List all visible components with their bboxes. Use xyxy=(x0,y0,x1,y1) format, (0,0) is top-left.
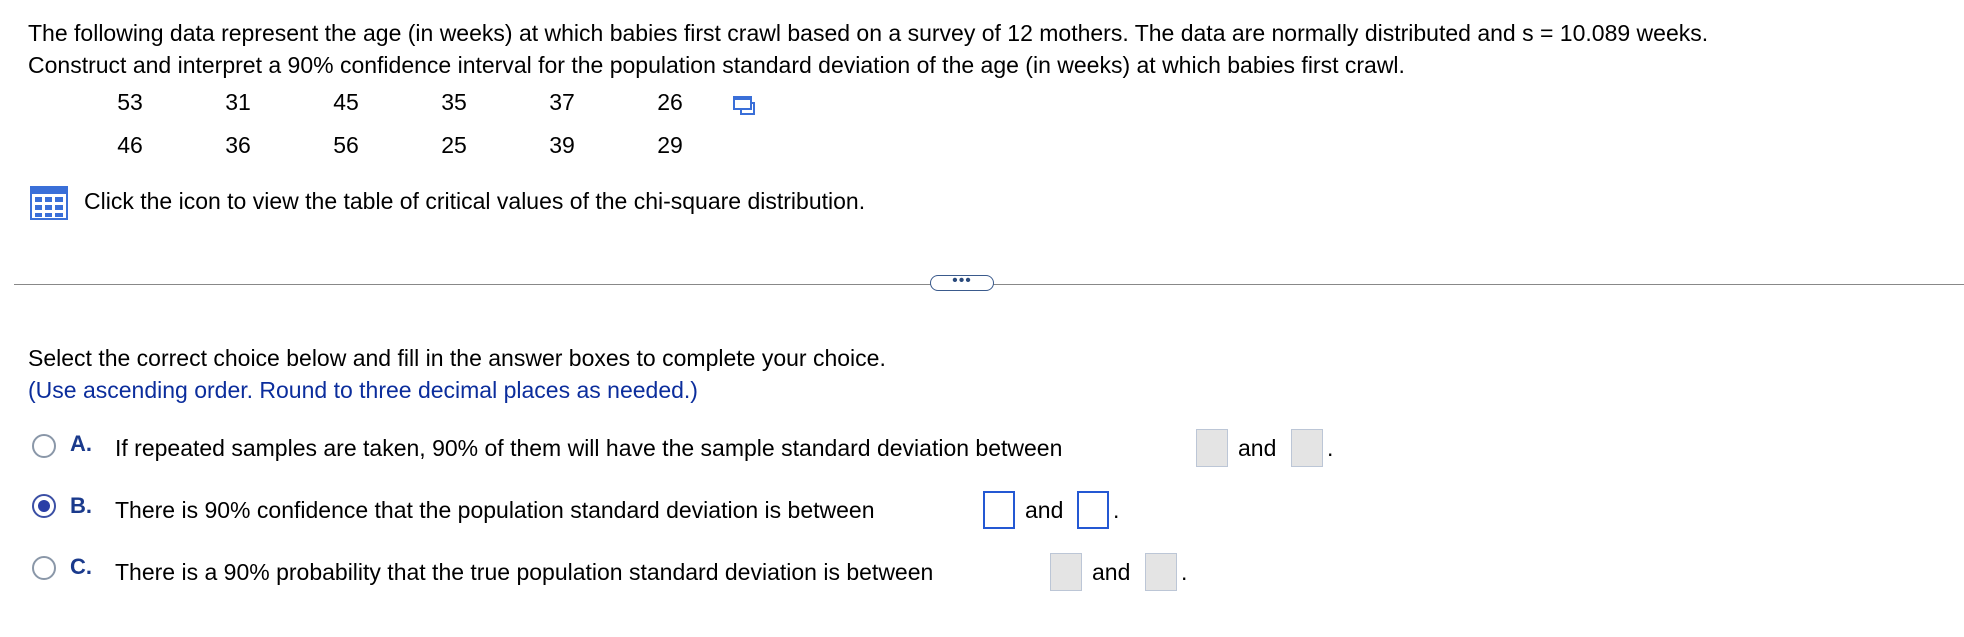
data-cell: 26 xyxy=(657,89,683,115)
choice-c-and: and xyxy=(1092,559,1131,585)
choice-b-letter: B. xyxy=(70,493,92,518)
copy-data-icon[interactable] xyxy=(732,94,756,118)
choice-c-period: . xyxy=(1181,559,1188,585)
data-cell: 46 xyxy=(117,132,143,158)
data-cell: 53 xyxy=(117,89,143,115)
data-cell: 45 xyxy=(333,89,359,115)
problem-text-line-2: Construct and interpret a 90% confidence… xyxy=(28,52,1405,78)
choice-b-period: . xyxy=(1113,497,1120,523)
data-cell: 35 xyxy=(441,89,467,115)
data-cell: 56 xyxy=(333,132,359,158)
data-cell: 36 xyxy=(225,132,251,158)
choice-a-period: . xyxy=(1327,435,1334,461)
choice-a-text: If repeated samples are taken, 90% of th… xyxy=(115,435,1063,461)
choice-a-radio[interactable] xyxy=(32,434,56,458)
table-grid-icon[interactable] xyxy=(30,186,68,220)
table-hint-text: Click the icon to view the table of crit… xyxy=(84,188,866,214)
choice-c-radio[interactable] xyxy=(32,556,56,580)
problem-text-line-1: The following data represent the age (in… xyxy=(28,20,1709,46)
choice-c-lower-input[interactable] xyxy=(1050,553,1082,591)
instruction-text: Select the correct choice below and fill… xyxy=(28,345,886,371)
data-cell: 25 xyxy=(441,132,467,158)
hint-text: (Use ascending order. Round to three dec… xyxy=(28,377,698,403)
choice-a-letter: A. xyxy=(70,431,92,456)
choice-b-text: There is 90% confidence that the populat… xyxy=(115,497,875,523)
data-cell: 39 xyxy=(549,132,575,158)
choice-c-upper-input[interactable] xyxy=(1145,553,1177,591)
choice-c-text: There is a 90% probability that the true… xyxy=(115,559,934,585)
choice-a-lower-input[interactable] xyxy=(1196,429,1228,467)
choice-b-upper-input[interactable] xyxy=(1077,491,1109,529)
data-cell: 37 xyxy=(549,89,575,115)
data-cell: 31 xyxy=(225,89,251,115)
more-button[interactable]: ••• xyxy=(930,273,994,291)
choice-a-upper-input[interactable] xyxy=(1291,429,1323,467)
choice-b-radio[interactable] xyxy=(32,494,56,518)
data-cell: 29 xyxy=(657,132,683,158)
choice-c-letter: C. xyxy=(70,554,92,579)
choice-a-and: and xyxy=(1238,435,1277,461)
choice-b-lower-input[interactable] xyxy=(983,491,1015,529)
choice-b-and: and xyxy=(1025,497,1064,523)
